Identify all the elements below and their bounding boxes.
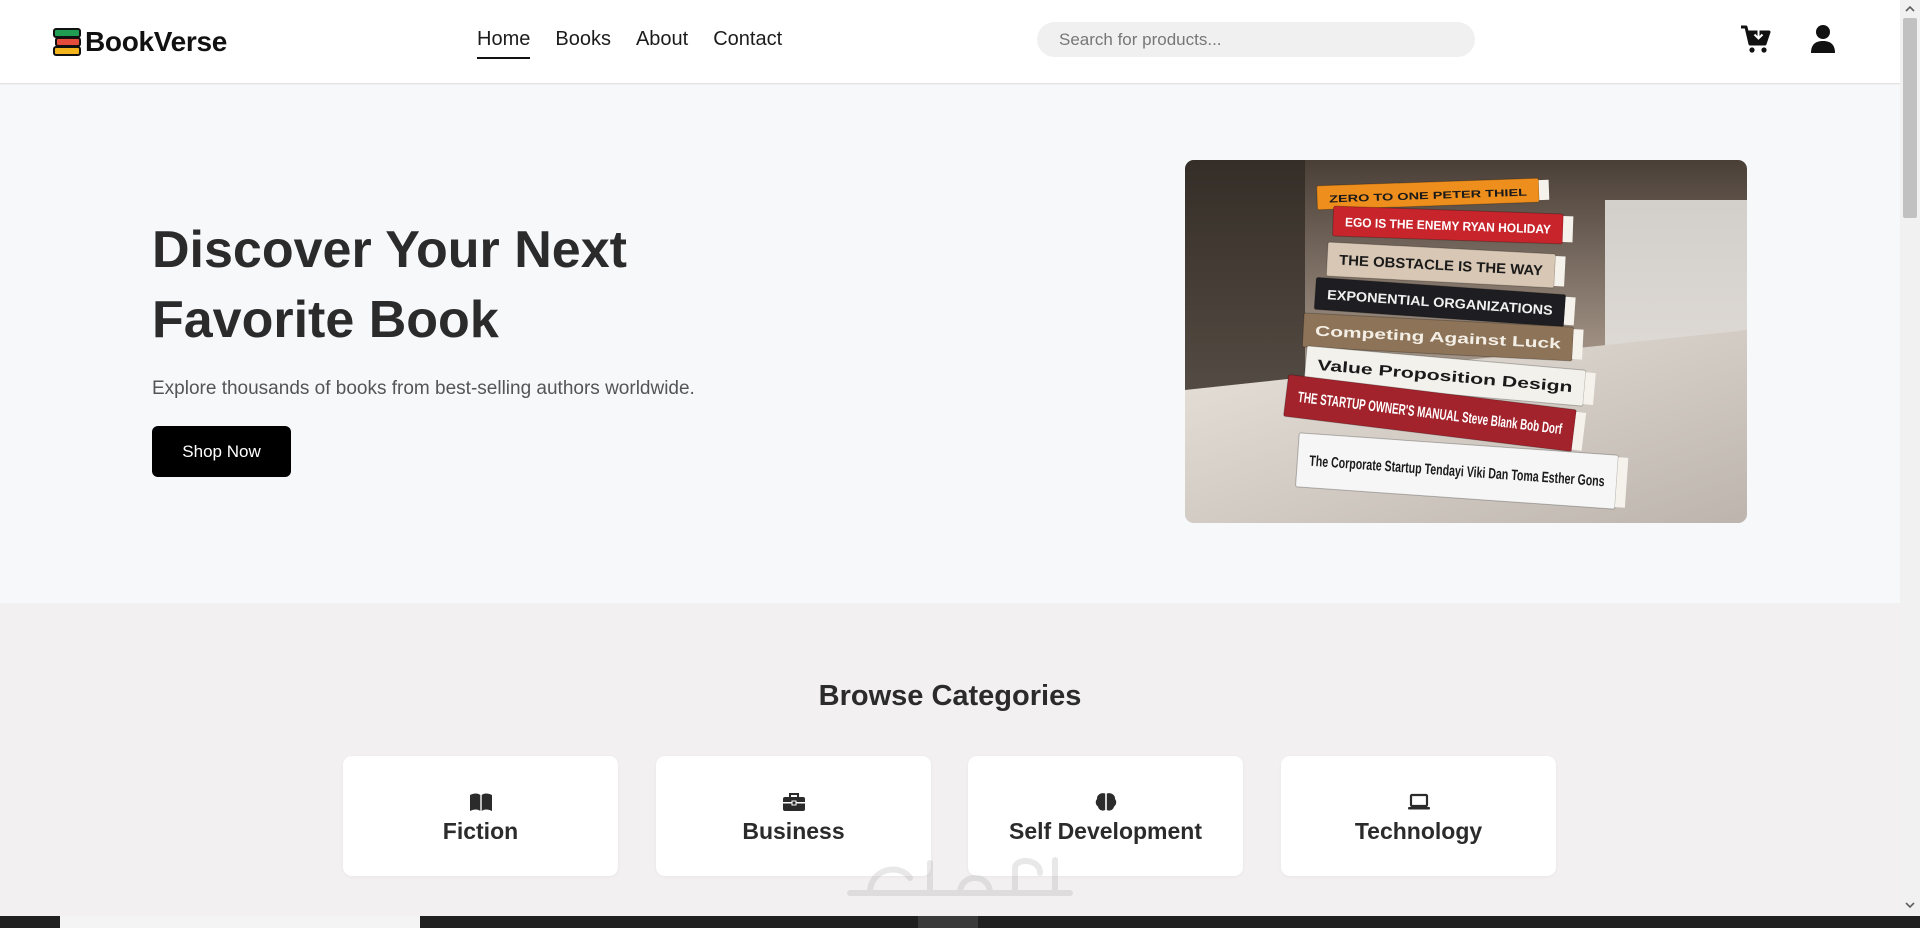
os-taskbar [0, 916, 1920, 928]
brand-logo[interactable]: BookVerse [52, 26, 227, 58]
category-label: Business [742, 818, 845, 844]
book-pages [1572, 329, 1584, 360]
scroll-up-arrow-icon[interactable] [1903, 4, 1917, 14]
cart-button[interactable] [1740, 24, 1772, 54]
laptop-icon [1408, 793, 1430, 810]
category-label: Self Development [1009, 818, 1202, 844]
category-card-fiction[interactable]: Fiction [343, 756, 618, 876]
category-label: Technology [1354, 818, 1483, 844]
book-pages [1563, 296, 1576, 326]
nav-link-contact[interactable]: Contact [713, 28, 782, 59]
cart-icon [1741, 25, 1771, 53]
book-pages [1554, 255, 1566, 287]
category-label: Fiction [442, 818, 519, 844]
hero-title: Discover Your Next Favorite Book [152, 221, 627, 349]
search-input[interactable] [1037, 22, 1475, 57]
hero-section: Discover Your Next Favorite Book Explore… [0, 85, 1900, 603]
shop-now-button[interactable]: Shop Now [152, 426, 291, 477]
background-monitor [1605, 200, 1747, 350]
user-account-button[interactable] [1810, 24, 1836, 54]
nav-link-books[interactable]: Books [555, 28, 611, 59]
hero-image-book-stack: ZERO TO ONE PETER THIEL EGO IS THE ENEMY … [1185, 160, 1747, 523]
background-shadow [1185, 160, 1305, 390]
book-open-icon [470, 793, 492, 811]
nav-link-home[interactable]: Home [477, 28, 531, 59]
taskbar-app-item[interactable] [918, 916, 978, 928]
hero-subtitle: Explore thousands of books from best-sel… [152, 378, 695, 399]
taskbar-window-item[interactable] [60, 916, 420, 928]
nav-link-about[interactable]: About [636, 28, 688, 59]
book-stack-illustration: ZERO TO ONE PETER THIELEGO IS THE ENEMY … [1185, 160, 1747, 523]
watermark-logo [847, 857, 1073, 896]
brand-name: BookVerse [85, 26, 228, 57]
scroll-down-arrow-icon[interactable] [1903, 900, 1917, 910]
briefcase-icon [783, 793, 805, 811]
books-stack-icon [53, 28, 81, 56]
main-nav: Home Books About Contact [477, 28, 782, 59]
category-card-technology[interactable]: Technology [1281, 756, 1556, 876]
brain-icon [1095, 793, 1117, 811]
user-icon [1811, 25, 1835, 53]
site-header: BookVerse Home Books About Contact [0, 0, 1900, 84]
categories-title: Browse Categories [818, 680, 1082, 712]
scrollbar-thumb[interactable] [1903, 18, 1917, 218]
book-pages [1538, 179, 1550, 201]
book-pages [1562, 216, 1574, 243]
